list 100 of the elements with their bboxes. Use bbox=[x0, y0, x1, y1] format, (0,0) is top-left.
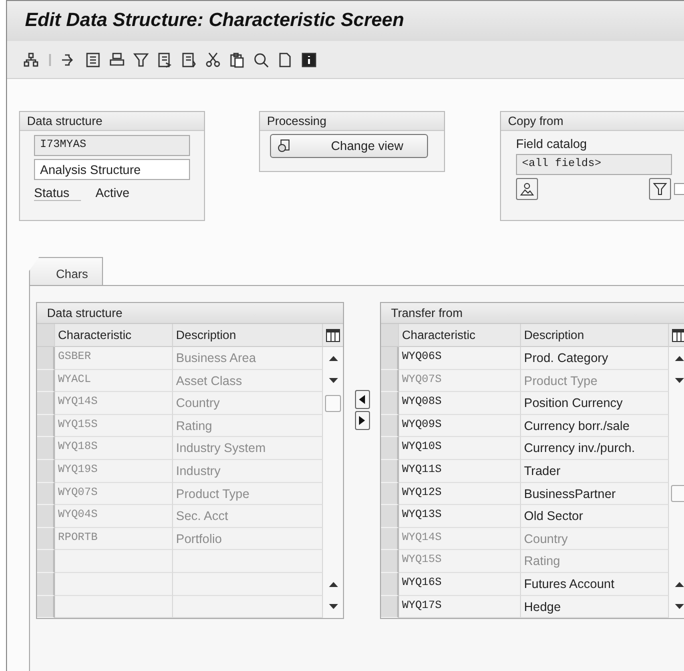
panel-title: Data structure bbox=[20, 112, 204, 131]
table-cell: Position Currency bbox=[521, 392, 669, 415]
structure-code-field[interactable]: I73MYAS bbox=[34, 135, 190, 156]
row-selector[interactable] bbox=[381, 460, 399, 483]
row-selector[interactable] bbox=[381, 528, 399, 550]
table-cell: WYQ13S bbox=[399, 505, 521, 528]
scroll-thumb[interactable] bbox=[671, 485, 684, 502]
table-cell: Portfolio bbox=[173, 528, 323, 550]
column-settings-icon[interactable] bbox=[672, 328, 684, 342]
table-cell: Rating bbox=[521, 550, 669, 573]
table-cell: Trader bbox=[521, 460, 669, 483]
search-icon[interactable] bbox=[253, 52, 269, 68]
table-cell: WYQ07S bbox=[55, 482, 173, 506]
row-selector[interactable] bbox=[37, 347, 55, 370]
row-selector[interactable] bbox=[381, 572, 399, 596]
scroll-thumb[interactable] bbox=[325, 394, 341, 412]
table-cell: WYQ15S bbox=[55, 414, 173, 438]
field-catalog-label: Field catalog bbox=[516, 137, 588, 151]
table-cell: Business Area bbox=[173, 347, 323, 370]
row-selector[interactable] bbox=[37, 437, 55, 460]
scroll-up-icon[interactable] bbox=[674, 356, 684, 361]
scroll-down-icon[interactable] bbox=[328, 604, 338, 610]
status-value: Active bbox=[95, 186, 130, 201]
move-right-button[interactable] bbox=[354, 411, 370, 430]
row-selector[interactable] bbox=[37, 550, 55, 573]
row-selector[interactable] bbox=[381, 392, 399, 415]
filter-icon[interactable] bbox=[649, 178, 671, 200]
row-selector[interactable] bbox=[37, 528, 55, 550]
table-cell: WYQ17S bbox=[399, 596, 521, 618]
checkbox[interactable] bbox=[674, 183, 684, 195]
right-triangle-icon bbox=[359, 416, 365, 425]
table-cell: WYQ18S bbox=[55, 437, 173, 460]
scroll-up-icon[interactable] bbox=[328, 582, 338, 587]
table-cell: WYQ08S bbox=[399, 392, 521, 415]
scrollbar[interactable] bbox=[669, 347, 684, 618]
row-selector[interactable] bbox=[381, 437, 399, 460]
scroll-down-icon[interactable] bbox=[674, 604, 684, 610]
row-selector[interactable] bbox=[381, 482, 399, 506]
new-document-icon[interactable] bbox=[277, 52, 293, 68]
table-cell: Rating bbox=[173, 414, 323, 438]
row-selector[interactable] bbox=[37, 482, 55, 506]
tab[interactable]: Chars bbox=[29, 257, 104, 285]
table-cell: Product Type bbox=[521, 370, 669, 392]
change-view-button[interactable]: Change view bbox=[270, 134, 428, 158]
paste-icon[interactable] bbox=[229, 52, 245, 68]
row-selector[interactable] bbox=[37, 572, 55, 596]
table-cell: WYQ10S bbox=[399, 437, 521, 460]
cut-icon[interactable] bbox=[205, 52, 221, 68]
table-cell: WYQ11S bbox=[399, 460, 521, 483]
table-cell: GSBER bbox=[55, 347, 173, 370]
row-selector[interactable] bbox=[37, 392, 55, 415]
table-cell: WYQ16S bbox=[399, 572, 521, 596]
table-cell: Sec. Acct bbox=[173, 505, 323, 528]
row-selector[interactable] bbox=[381, 505, 399, 528]
export-icon[interactable] bbox=[181, 52, 197, 68]
scrollbar[interactable] bbox=[323, 347, 343, 618]
column-header[interactable]: Description bbox=[173, 324, 323, 347]
document-icon[interactable] bbox=[85, 52, 101, 68]
row-selector[interactable] bbox=[37, 505, 55, 528]
table-cell: Prod. Category bbox=[521, 347, 669, 370]
field-catalog-field[interactable]: <all fields> bbox=[516, 154, 672, 175]
table-cell: WYQ06S bbox=[399, 347, 521, 370]
row-selector[interactable] bbox=[381, 550, 399, 573]
filter-icon[interactable] bbox=[133, 52, 149, 68]
print-icon[interactable] bbox=[109, 52, 125, 68]
scroll-down-icon[interactable] bbox=[328, 378, 338, 384]
table-cell: Old Sector bbox=[521, 505, 669, 528]
column-header[interactable]: Characteristic bbox=[55, 324, 173, 347]
table-cell: Hedge bbox=[521, 596, 669, 618]
export-icon[interactable] bbox=[157, 52, 173, 68]
column-header[interactable]: Characteristic bbox=[399, 324, 521, 347]
scroll-down-icon[interactable] bbox=[674, 378, 684, 384]
row-selector[interactable] bbox=[381, 370, 399, 392]
row-selector[interactable] bbox=[37, 414, 55, 438]
column-settings-icon[interactable] bbox=[326, 328, 340, 342]
row-selector[interactable] bbox=[381, 347, 399, 370]
hierarchy-icon[interactable] bbox=[23, 52, 39, 68]
row-selector[interactable] bbox=[37, 596, 55, 618]
move-left-button[interactable] bbox=[354, 390, 370, 409]
scroll-up-icon[interactable] bbox=[328, 356, 338, 361]
table-cell: WYQ07S bbox=[399, 370, 521, 392]
select-all-button[interactable] bbox=[381, 324, 399, 347]
structure-name-field[interactable]: Analysis Structure bbox=[34, 159, 190, 180]
status-label: Status bbox=[34, 186, 82, 201]
table-cell: Currency inv./purch. bbox=[521, 437, 669, 460]
panel-title: Copy from bbox=[501, 112, 684, 131]
scroll-up-icon[interactable] bbox=[674, 582, 684, 587]
info-icon[interactable] bbox=[301, 52, 317, 68]
column-header[interactable]: Description bbox=[521, 324, 669, 347]
table-cell: BusinessPartner bbox=[521, 482, 669, 506]
table-cell: WYQ09S bbox=[399, 414, 521, 438]
row-selector[interactable] bbox=[37, 460, 55, 483]
table-cell: Industry bbox=[173, 460, 323, 483]
picture-icon[interactable] bbox=[516, 178, 538, 200]
table-cell: Futures Account bbox=[521, 572, 669, 596]
table-cell: Country bbox=[521, 528, 669, 550]
row-selector[interactable] bbox=[37, 370, 55, 392]
row-selector[interactable] bbox=[381, 414, 399, 438]
select-all-button[interactable] bbox=[37, 324, 55, 347]
row-selector[interactable] bbox=[381, 596, 399, 618]
